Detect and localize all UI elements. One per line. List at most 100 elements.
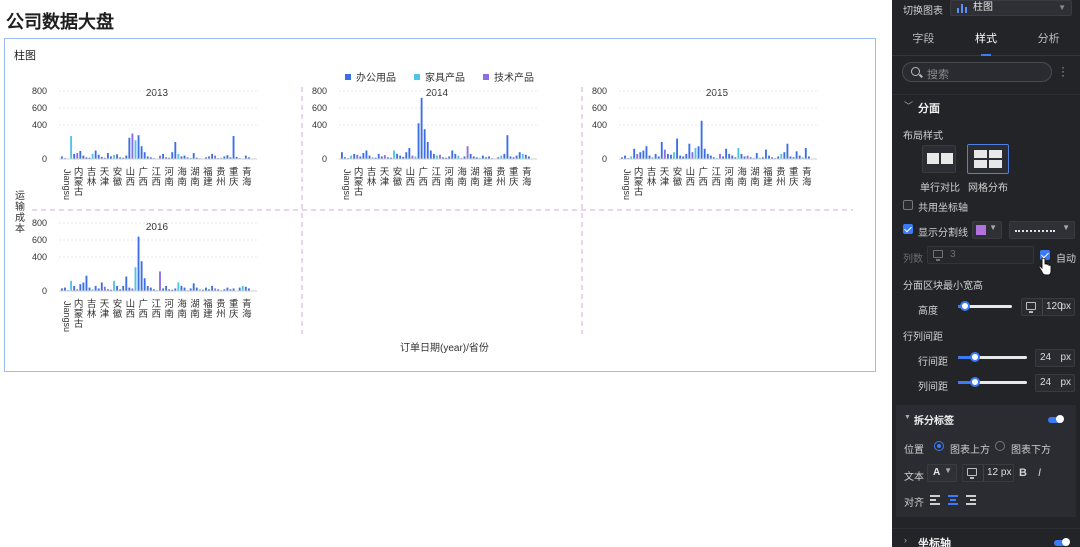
- position-below-radio[interactable]: [995, 441, 1005, 451]
- faceted-bar-chart: 20130400600800Jiangsu 内蒙古吉林天津安徽山西广西江西河南海南…: [32, 86, 853, 334]
- align-left-icon[interactable]: [930, 495, 940, 505]
- bar: [214, 155, 217, 159]
- facet-section-header[interactable]: ﹀ 分面: [892, 94, 1080, 115]
- height-input[interactable]: 120 px: [1021, 298, 1075, 316]
- chevron-right-icon: ›: [904, 535, 907, 545]
- x-tick-label: 河南: [724, 166, 734, 188]
- tab-fields[interactable]: 字段: [892, 24, 955, 55]
- x-tick-label: 内蒙古: [74, 166, 84, 198]
- tab-analysis[interactable]: 分析: [1017, 24, 1080, 55]
- columns-input[interactable]: 3: [927, 246, 1034, 264]
- height-slider-handle[interactable]: [960, 301, 970, 311]
- bar-chart-card[interactable]: 柱图 办公用品 家具产品 技术产品 2013 0 400 600 800 Jiangsu 内…: [4, 38, 876, 372]
- align-right-icon[interactable]: [966, 495, 976, 505]
- x-tick-label: 海南: [457, 166, 467, 188]
- chart-type-select[interactable]: 柱图 ▼: [950, 0, 1072, 16]
- bar: [244, 286, 247, 291]
- x-tick-label: 湖南: [470, 167, 480, 188]
- bar: [654, 153, 657, 159]
- italic-button[interactable]: I: [1038, 467, 1041, 479]
- bar: [192, 283, 195, 291]
- y-tick-label: 400: [32, 252, 47, 262]
- bar: [765, 149, 767, 159]
- bar: [439, 154, 441, 159]
- layout-grid-option[interactable]: [967, 144, 1009, 174]
- chevron-down-icon: ▼: [1058, 3, 1066, 12]
- chevron-down-icon: ▼: [944, 466, 952, 475]
- divider-style-select[interactable]: ▼: [1009, 221, 1075, 239]
- bar: [642, 150, 645, 159]
- layout-grid-label: 网格分布: [968, 183, 1008, 194]
- bar: [703, 148, 706, 159]
- row-gap-value: 24: [1040, 352, 1052, 363]
- y-tick-label: 400: [592, 120, 607, 130]
- col-gap-input[interactable]: 24 px: [1035, 374, 1075, 392]
- col-gap-slider-handle[interactable]: [970, 377, 980, 387]
- bold-button[interactable]: B: [1019, 467, 1027, 479]
- bar: [356, 154, 359, 159]
- bar: [140, 146, 143, 159]
- y-tick-label: 400: [32, 120, 47, 130]
- bar: [116, 154, 119, 159]
- bar: [709, 155, 712, 159]
- bar: [131, 133, 134, 159]
- bar: [79, 150, 82, 159]
- divider-color-select[interactable]: ▼: [972, 221, 1002, 239]
- align-label: 对齐: [904, 498, 924, 509]
- layout-single-row-label: 单行对比: [920, 183, 960, 194]
- text-size-input[interactable]: 12 px: [962, 464, 1014, 482]
- row-gap-slider[interactable]: [958, 352, 1027, 362]
- layout-single-row-option[interactable]: [922, 145, 956, 173]
- auto-columns-label: 自动: [1056, 254, 1076, 265]
- bar: [91, 153, 94, 159]
- chevron-down-icon: ▼: [1062, 223, 1070, 232]
- tab-style[interactable]: 样式: [955, 24, 1018, 56]
- row-gap-slider-handle[interactable]: [970, 352, 980, 362]
- bar: [676, 138, 679, 159]
- x-tick-label: 河南: [164, 298, 174, 320]
- search-input[interactable]: 搜索: [902, 62, 1052, 82]
- bar: [97, 154, 100, 159]
- row-col-gap-label: 行列间距: [903, 332, 943, 343]
- y-tick-label: 800: [312, 86, 327, 96]
- shared-axis-checkbox[interactable]: [903, 200, 913, 210]
- show-divider-label: 显示分割线: [918, 228, 968, 239]
- bar: [670, 154, 672, 159]
- x-axis-label: 订单日期(year)/省份: [400, 343, 489, 354]
- bar: [755, 153, 758, 159]
- bar: [798, 155, 801, 159]
- x-tick-label: 山西: [686, 167, 696, 188]
- height-slider[interactable]: [958, 301, 1012, 311]
- position-below-label: 图表下方: [1011, 445, 1051, 456]
- bar: [143, 152, 146, 159]
- more-vertical-icon[interactable]: · · ·: [1060, 61, 1066, 81]
- col-gap-slider[interactable]: [958, 377, 1027, 387]
- align-center-icon[interactable]: [948, 495, 958, 505]
- position-above-radio[interactable]: [934, 441, 944, 451]
- show-divider-checkbox[interactable]: [903, 224, 913, 234]
- split-label-toggle[interactable]: [1048, 415, 1064, 423]
- bar: [420, 97, 423, 159]
- bar: [162, 153, 164, 159]
- bar: [143, 278, 146, 291]
- bar: [174, 142, 177, 159]
- layout-cell: [927, 153, 939, 164]
- search-row: 搜索 · · ·: [892, 61, 1080, 82]
- bar: [70, 136, 73, 159]
- x-tick-label: 海南: [177, 298, 187, 320]
- x-tick-label: 广西: [139, 298, 149, 320]
- bar: [365, 150, 368, 159]
- axis-toggle[interactable]: [1054, 538, 1070, 546]
- bar: [341, 152, 343, 159]
- axis-section-header[interactable]: › 坐标轴: [892, 528, 1080, 547]
- x-tick-label: 江西: [151, 167, 161, 188]
- x-tick-label: 重庆: [229, 166, 239, 188]
- hand-cursor-icon: [1038, 258, 1052, 276]
- text-font-select[interactable]: A ▼: [927, 464, 957, 482]
- row-gap-input[interactable]: 24 px: [1035, 349, 1075, 367]
- bar: [506, 135, 509, 159]
- bar: [180, 285, 183, 291]
- bar: [88, 287, 91, 291]
- bar: [137, 236, 140, 291]
- bar: [783, 152, 786, 159]
